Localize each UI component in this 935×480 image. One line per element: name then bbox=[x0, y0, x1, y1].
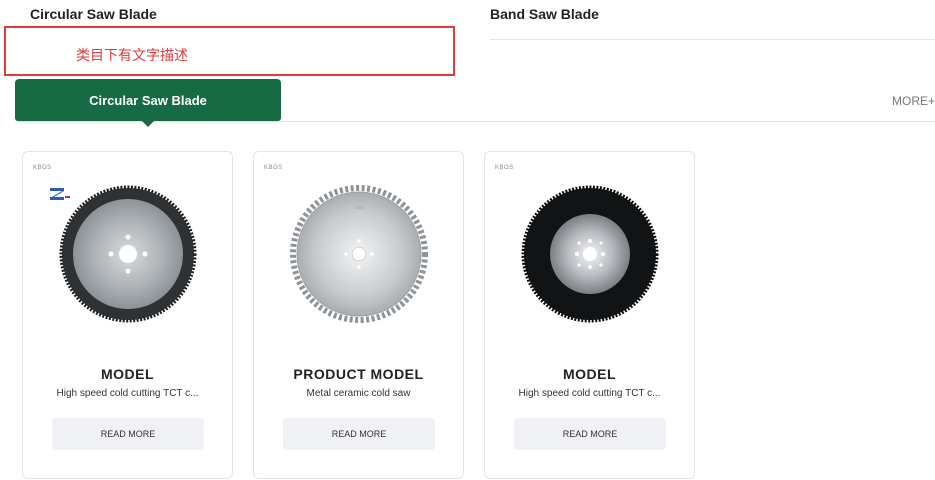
annotation-box: 类目下有文字描述 bbox=[4, 26, 455, 76]
read-more-button[interactable]: READ MORE bbox=[283, 418, 435, 450]
product-card[interactable]: KBOS MODEL High speed cold cutting TCT c… bbox=[484, 151, 695, 479]
tab-active-arrow bbox=[142, 121, 154, 127]
top-divider bbox=[490, 39, 935, 40]
tab-circular-saw-blade[interactable]: Circular Saw Blade bbox=[15, 79, 281, 121]
product-card[interactable]: KBOS PRODUCT MODEL Metal ceramic cold sa… bbox=[253, 151, 464, 479]
brand-mark: KBOS bbox=[264, 165, 283, 171]
category-link-band-saw-blade[interactable]: Band Saw Blade bbox=[490, 6, 599, 22]
dark-tct-saw-blade-icon bbox=[59, 185, 197, 323]
product-description: High speed cold cutting TCT c... bbox=[518, 388, 661, 399]
brand-mark: KBOS bbox=[495, 165, 514, 171]
read-more-button[interactable]: READ MORE bbox=[52, 418, 204, 450]
toothed-cermet-saw-blade-icon bbox=[290, 185, 428, 323]
product-title: PRODUCT MODEL bbox=[293, 366, 424, 382]
product-title: MODEL bbox=[100, 366, 155, 382]
annotation-text: 类目下有文字描述 bbox=[76, 48, 188, 64]
black-coated-saw-blade-icon bbox=[521, 185, 659, 323]
product-card[interactable]: KBOS MODEL High speed cold cutting TCT c… bbox=[22, 151, 233, 479]
read-more-button[interactable]: READ MORE bbox=[514, 418, 666, 450]
product-title: MODEL bbox=[562, 366, 617, 382]
tab-label: Circular Saw Blade bbox=[89, 92, 207, 108]
brand-mark: KBOS bbox=[33, 165, 52, 171]
product-description: Metal ceramic cold saw bbox=[306, 388, 411, 399]
product-description: High speed cold cutting TCT c... bbox=[56, 388, 199, 399]
more-link[interactable]: MORE+ bbox=[892, 94, 935, 108]
category-link-circular-saw-blade[interactable]: Circular Saw Blade bbox=[30, 6, 157, 22]
